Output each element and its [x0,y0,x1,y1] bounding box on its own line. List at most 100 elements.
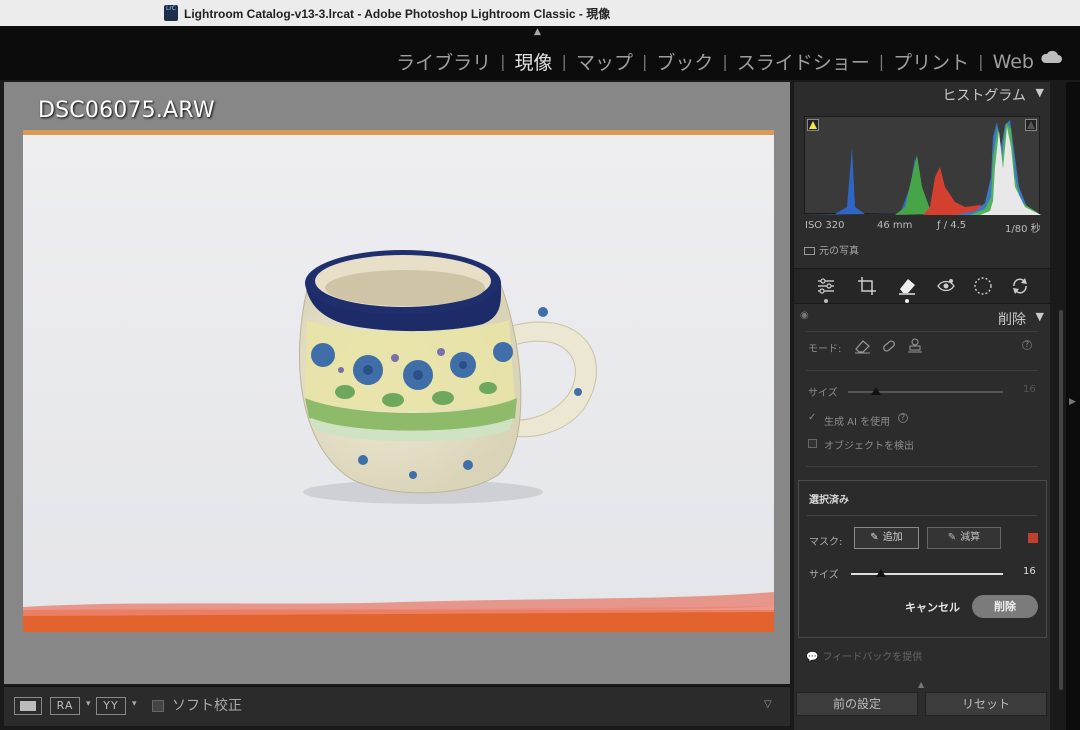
feedback-link[interactable]: 💬 フィードバックを提供 [806,648,922,663]
remove-section-title: 削除 [998,312,1026,328]
gen-ai-label: 生成 AI を使用 [824,417,891,428]
mask-add-button[interactable]: ✎ 追加 [854,527,919,549]
mask-label: マスク: [809,537,843,548]
tool-active-dot [905,299,909,303]
remove-mode-icon[interactable] [854,338,872,354]
mask-add-label: 追加 [882,532,903,543]
previous-settings-button[interactable]: 前の設定 [796,692,918,716]
selection-size-slider-thumb[interactable] [876,569,887,577]
swap-dropdown-icon[interactable]: ▾ [132,699,137,709]
help-icon[interactable]: ? [1022,340,1032,350]
module-4[interactable]: スライドショー [737,48,870,75]
module-picker-bar: ▲ ライブラリ | 現像 | マップ | ブック | スライドショー | プリント | Web [0,26,1080,80]
histogram-header[interactable]: ヒストグラム ▼ [794,82,1050,106]
size-slider-thumb[interactable] [871,387,881,395]
brush-add-icon: ✎ [870,532,879,543]
module-0[interactable]: ライブラリ [396,48,491,75]
module-6[interactable]: Web [993,51,1034,73]
refresh-icon[interactable] [1009,275,1031,297]
bottom-action-buttons: 前の設定 リセット [794,690,1050,722]
module-separator: | [722,52,728,71]
tool-active-dot [824,299,828,303]
edit-sliders-icon[interactable] [815,275,837,297]
soft-proofing-label: ソフト校正 [172,698,242,714]
panel-scrollbar[interactable] [1059,310,1063,690]
histogram-graph [805,120,1041,215]
original-photo-toggle[interactable]: 元の写真 [804,242,859,257]
photo-image [23,130,774,632]
viewer-toolbar: RA ▾ YY ▾ ソフト校正 ▽ [4,686,790,726]
exif-shutter: 1/80 秒 [1005,224,1041,235]
size-label: サイズ [808,388,838,399]
gen-ai-info-icon[interactable]: ? [898,413,908,423]
visibility-eye-icon[interactable]: ◉ [800,310,809,321]
module-5[interactable]: プリント [893,48,969,75]
original-photo-checkbox[interactable] [804,247,815,255]
collapse-triangle-icon[interactable]: ▼ [1036,310,1044,323]
reset-button[interactable]: リセット [925,692,1047,716]
crop-icon[interactable] [856,275,878,297]
before-after-left-right-button[interactable]: RA [50,697,80,715]
loupe-view-button[interactable] [14,697,42,715]
mask-subtract-button[interactable]: ✎ 減算 [927,527,1001,549]
exif-focal-length: 46 mm [877,220,913,231]
collapse-triangle-icon[interactable]: ▼ [1036,86,1044,99]
collapse-bottom-icon[interactable]: ▲ [918,680,924,689]
remove-section-header[interactable]: ◉ 削除 ▼ [794,306,1050,330]
module-separator: | [561,52,567,71]
right-panel-edge: ▶ [1066,82,1080,730]
masking-icon[interactable] [972,275,994,297]
lightroom-app-icon: LrC [164,5,178,21]
heal-mode-icon[interactable] [880,338,898,354]
brush-subtract-icon: ✎ [947,532,957,543]
shadow-clipping-warning-icon[interactable] [807,119,819,131]
exif-aperture: ƒ / 4.5 [937,220,967,231]
speech-bubble-icon: 💬 [806,652,819,663]
remove-eraser-icon[interactable] [896,275,918,297]
photo-canvas[interactable] [23,130,774,632]
module-separator: | [878,52,885,71]
highlight-clipping-warning-icon[interactable] [1025,119,1037,131]
module-2[interactable]: マップ [576,48,633,75]
histogram-chart[interactable] [804,116,1041,215]
selection-size-slider-track[interactable] [851,573,1003,575]
gen-ai-checkbox[interactable]: ✓ [808,412,816,423]
cloud-sync-icon[interactable] [1040,50,1062,64]
window-title: Lightroom Catalog-v13-3.lrcat - Adobe Ph… [184,7,611,21]
selected-remove-box: 選択済み マスク: ✎ 追加 ✎ 減算 サイズ 16 キャンセル 削除 [798,480,1047,638]
size-value: 16 [1023,384,1036,395]
detect-objects-checkbox[interactable] [808,439,817,448]
image-filename-overlay: DSC06075.ARW [38,98,215,123]
module-separator: | [641,52,648,71]
module-3[interactable]: ブック [656,48,713,75]
selection-size-value: 16 [1023,566,1036,577]
histogram-title: ヒストグラム [942,88,1026,104]
selected-title: 選択済み [809,495,849,506]
module-picker: ライブラリ | 現像 | マップ | ブック | スライドショー | プリント | Web [396,48,1034,75]
module-separator: | [500,52,506,71]
red-eye-icon[interactable] [935,275,957,297]
collapse-top-panel-icon[interactable]: ▲ [534,27,541,37]
tool-strip [794,268,1050,304]
mode-label: モード: [808,344,842,355]
soft-proofing-checkbox[interactable] [152,700,164,712]
original-photo-label: 元の写真 [819,246,859,257]
delete-button[interactable]: 削除 [972,595,1038,618]
mask-color-swatch[interactable] [1028,533,1038,543]
module-1[interactable]: 現像 [515,48,553,75]
clone-mode-icon[interactable] [906,338,924,354]
cancel-button[interactable]: キャンセル [905,599,960,615]
toolbar-options-dropdown-icon[interactable]: ▽ [764,699,772,710]
feedback-label: フィードバックを提供 [822,652,923,663]
detect-objects-label: オブジェクトを検出 [824,441,914,452]
selection-size-label: サイズ [809,570,839,581]
collapse-right-panel-icon[interactable]: ▶ [1069,397,1076,407]
loupe-viewer[interactable]: DSC06075.ARW [4,82,790,684]
develop-right-panel: ヒストグラム ▼ ISO 320 46 mm ƒ / 4.5 1/80 秒 元の… [794,82,1050,730]
before-after-swap-button[interactable]: YY [96,697,126,715]
before-after-dropdown-icon[interactable]: ▾ [86,699,91,709]
module-separator: | [978,52,984,71]
mask-subtract-label: 減算 [960,532,981,543]
window-title-bar: LrC Lightroom Catalog-v13-3.lrcat - Adob… [0,0,1080,26]
exif-iso: ISO 320 [805,220,845,231]
